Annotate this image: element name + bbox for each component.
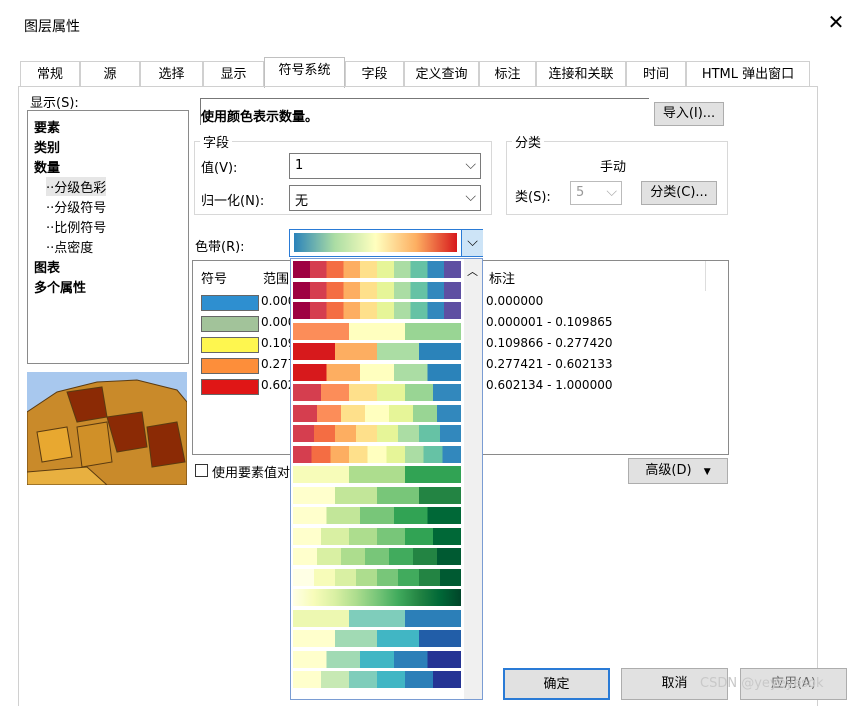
tab-8[interactable]: 连接和关联 (536, 61, 626, 87)
tab-0[interactable]: 常规 (20, 61, 80, 87)
ramp-option[interactable] (293, 650, 461, 668)
tab-4[interactable]: 符号系统 (264, 57, 345, 88)
ramp-option[interactable] (293, 568, 461, 586)
method-text: 手动 (600, 160, 627, 175)
column-divider (705, 261, 706, 291)
ramp-option[interactable] (293, 671, 461, 688)
chevron-down-icon: ⌵ (465, 157, 476, 173)
normalize-combo[interactable]: 无 ⌵ (289, 185, 481, 211)
normalize-label: 归一化(N): (201, 194, 265, 209)
tab-5[interactable]: 字段 (345, 61, 404, 87)
description-text: 使用颜色表示数量。 (201, 110, 319, 125)
close-icon[interactable]: ✕ (826, 12, 846, 32)
ramp-option[interactable] (293, 609, 461, 627)
ramp-option[interactable] (293, 404, 461, 422)
scroll-up-icon[interactable]: ︿ (467, 263, 478, 279)
ramp-option[interactable] (293, 630, 461, 647)
show-item-6[interactable]: ··点密度 (46, 237, 93, 256)
label-cell[interactable]: 0.000001 - 0.109865 (486, 315, 612, 329)
show-item-2[interactable]: 数量 (34, 157, 60, 176)
symbol-header: 符号 (201, 272, 228, 287)
show-item-8[interactable]: 多个属性 (34, 277, 86, 296)
ramp-option[interactable] (293, 527, 461, 545)
ramp-combo[interactable]: ⌵ (289, 229, 483, 257)
label-cell[interactable]: 0.277421 - 0.602133 (486, 357, 612, 371)
advanced-label: 高级(D) (645, 463, 692, 478)
tab-2[interactable]: 选择 (140, 61, 203, 87)
ramp-option[interactable] (293, 302, 461, 319)
show-item-7[interactable]: 图表 (34, 257, 60, 276)
use-feature-values-checkbox[interactable] (195, 464, 208, 477)
ramp-option[interactable] (293, 384, 461, 401)
classify-button[interactable]: 分类(C)... (641, 181, 717, 205)
tab-10[interactable]: HTML 弹出窗口 (686, 61, 810, 87)
ramp-option[interactable] (293, 486, 461, 504)
classes-text: 5 (576, 185, 585, 200)
normalize-text: 无 (295, 194, 309, 209)
show-item-0[interactable]: 要素 (34, 117, 60, 136)
map-preview (27, 372, 187, 485)
chevron-down-icon: ⌵ (465, 189, 476, 205)
ramp-option[interactable] (293, 363, 461, 381)
label-header: 标注 (489, 272, 516, 287)
symbol-swatch[interactable] (201, 316, 259, 332)
value-label: 值(V): (201, 161, 238, 176)
tab-6[interactable]: 定义查询 (404, 61, 479, 87)
show-item-3[interactable]: ··分级色彩 (46, 177, 107, 196)
show-item-4[interactable]: ··分级符号 (46, 197, 106, 216)
tab-7[interactable]: 标注 (479, 61, 536, 87)
chevron-down-icon[interactable]: ⌵ (461, 230, 483, 256)
symbol-swatch[interactable] (201, 379, 259, 395)
ramp-option[interactable] (293, 507, 461, 524)
tab-1[interactable]: 源 (80, 61, 140, 87)
ramp-option[interactable] (293, 322, 461, 340)
field-group-title: 字段 (200, 132, 233, 151)
label-cell[interactable]: 0.000000 (486, 294, 543, 308)
label-cell[interactable]: 0.109866 - 0.277420 (486, 336, 612, 350)
advanced-button[interactable]: 高级(D) ▼ (628, 458, 728, 484)
show-label: 显示(S): (30, 96, 79, 111)
tab-3[interactable]: 显示 (203, 61, 264, 87)
selected-ramp (294, 233, 457, 252)
chevron-down-icon: ⌵ (606, 184, 617, 200)
value-combo[interactable]: 1 ⌵ (289, 153, 481, 179)
symbol-swatch[interactable] (201, 358, 259, 374)
classes-label: 类(S): (515, 190, 551, 205)
symbol-swatch[interactable] (201, 337, 259, 353)
ramp-option[interactable] (293, 281, 461, 299)
ok-button[interactable]: 确定 (503, 668, 610, 700)
classes-combo[interactable]: 5 ⌵ (570, 181, 622, 205)
classification-group-title: 分类 (512, 132, 545, 151)
window-title: 图层属性 (24, 19, 80, 35)
tab-9[interactable]: 时间 (626, 61, 686, 87)
ramp-option[interactable] (293, 343, 461, 360)
value-text: 1 (295, 158, 304, 173)
range-header: 范围 (263, 272, 290, 287)
title-bar (0, 0, 851, 50)
import-button[interactable]: 导入(I)... (654, 102, 724, 126)
ramp-option[interactable] (293, 261, 461, 278)
ramp-dropdown[interactable]: ︿ (290, 258, 483, 700)
symbol-swatch[interactable] (201, 295, 259, 311)
watermark: CSDN @yeyeyesok (700, 676, 824, 691)
show-item-5[interactable]: ··比例符号 (46, 217, 106, 236)
show-item-1[interactable]: 类别 (34, 137, 60, 156)
dropdown-scrollbar[interactable]: ︿ (464, 259, 482, 699)
dropdown-arrow-icon: ▼ (703, 467, 711, 477)
show-list[interactable]: 要素 类别 数量 ··分级色彩 ··分级符号 ··比例符号 ··点密度 图表 多个属性 (27, 110, 189, 364)
ramp-option[interactable] (293, 548, 461, 565)
ramp-option[interactable] (293, 425, 461, 442)
ramp-option[interactable] (293, 466, 461, 483)
use-feature-values-label: 使用要素值对 (212, 466, 291, 481)
ramp-option[interactable] (293, 589, 461, 606)
label-cell[interactable]: 0.602134 - 1.000000 (486, 378, 612, 392)
ramp-label: 色带(R): (195, 240, 245, 255)
ramp-option[interactable] (293, 445, 461, 463)
